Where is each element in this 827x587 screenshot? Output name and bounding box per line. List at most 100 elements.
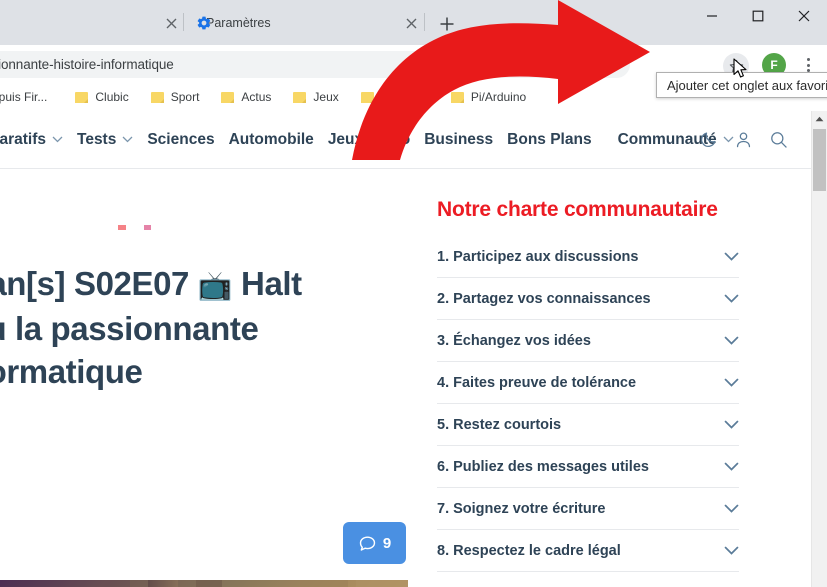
folder-icon <box>293 91 307 103</box>
folder-icon <box>360 91 374 103</box>
comments-button[interactable]: 9 <box>343 522 406 564</box>
nav-item-automobile[interactable]: Automobile <box>229 131 314 149</box>
community-charter-panel: Notre charte communautaire 1. Participez… <box>437 198 739 572</box>
chevron-down-icon <box>724 294 739 303</box>
chevron-down-icon <box>724 504 739 513</box>
folder-icon <box>450 91 464 103</box>
charter-item-5[interactable]: 5. Restez courtois <box>437 404 739 446</box>
charter-item-1[interactable]: 1. Participez aux discussions <box>437 236 739 278</box>
maximize-button[interactable] <box>735 0 781 32</box>
window-controls <box>689 0 827 45</box>
dot <box>806 58 810 61</box>
charter-item-3[interactable]: 3. Échangez vos idées <box>437 320 739 362</box>
chevron-down-icon <box>724 252 739 261</box>
close-icon <box>406 18 416 28</box>
article-headline: ecran[s] S02E07 📺 Halt e ou la passionna… <box>0 262 420 393</box>
charter-item-label: 3. Échangez vos idées <box>437 332 591 349</box>
charter-item-2[interactable]: 2. Partagez vos connaissances <box>437 278 739 320</box>
bookmark-item-0[interactable]: epuis Fir... <box>0 86 55 108</box>
bookmark-item-clubic[interactable]: Clubic <box>67 86 136 108</box>
chevron-down-icon <box>724 420 739 429</box>
tab-close-button-0[interactable] <box>160 12 182 34</box>
comment-count: 9 <box>382 534 392 552</box>
nav-label: Tests <box>77 130 117 148</box>
minimize-button[interactable] <box>689 0 735 32</box>
new-tab-button[interactable] <box>434 11 460 37</box>
speech-bubble-icon <box>359 535 376 551</box>
article-kicker <box>118 218 178 230</box>
scroll-up-button[interactable] <box>812 111 827 127</box>
tab-oris[interactable]: oris <box>0 4 184 41</box>
chevron-down-icon <box>724 336 739 345</box>
close-icon <box>166 18 176 28</box>
nav-item-jeux-video[interactable]: Jeux-Vidéo <box>328 131 410 149</box>
headline-part-2: e ou la passionnante <box>0 310 259 347</box>
bookmark-label: Clubic <box>95 90 129 104</box>
headline-part-1b: Halt <box>241 265 302 302</box>
gear-icon <box>196 15 212 31</box>
nav-icon-group <box>699 130 788 154</box>
page-scrollbar[interactable] <box>811 111 827 587</box>
chevron-down-icon <box>724 462 739 471</box>
tab-strip: oris Paramètres <box>0 0 827 45</box>
close-window-button[interactable] <box>781 0 827 32</box>
bookmark-label: Melodica <box>380 90 429 104</box>
nav-label: Business <box>424 130 494 148</box>
chevron-up-icon <box>815 116 824 122</box>
charter-title: Notre charte communautaire <box>437 198 718 221</box>
charter-item-label: 7. Soignez votre écriture <box>437 500 606 517</box>
charter-item-label: 4. Faites preuve de tolérance <box>437 374 637 391</box>
bookmark-item-jeux[interactable]: Jeux <box>285 86 346 108</box>
charter-item-label: 1. Participez aux discussions <box>437 248 639 265</box>
bookmark-label: epuis Fir... <box>0 90 48 104</box>
charter-item-6[interactable]: 6. Publiez des messages utiles <box>437 446 739 488</box>
nav-label: Automobile <box>228 130 314 148</box>
chevron-down-icon <box>122 136 133 143</box>
headline-part-1: ecran[s] S02E07 <box>0 265 189 302</box>
moon-icon[interactable] <box>699 130 718 154</box>
bookmark-label: Jeux <box>313 90 339 104</box>
url-text: ns/actualite-883954-veilleur-ecran-s02e0… <box>0 57 174 72</box>
nav-item-sciences[interactable]: Sciences <box>147 131 214 149</box>
charter-item-label: 6. Publiez des messages utiles <box>437 458 649 475</box>
page-content: ecran[s] S02E07 📺 Halt e ou la passionna… <box>0 168 812 587</box>
address-bar[interactable]: ns/actualite-883954-veilleur-ecran-s02e0… <box>0 51 630 78</box>
tab-close-button-1[interactable] <box>400 12 422 34</box>
page-viewport: paratifs Tests Sciences Automobile Jeux-… <box>0 111 827 587</box>
article-hero-image <box>0 580 408 587</box>
bookmark-item-sport[interactable]: Sport <box>143 86 208 108</box>
headline-part-3: 'informatique <box>0 353 143 390</box>
nav-item-bons-plans[interactable]: Bons Plans <box>507 131 591 149</box>
nav-label: Jeux-Vidéo <box>327 130 411 148</box>
search-icon[interactable] <box>769 130 788 154</box>
bookmark-item-melodica[interactable]: Melodica <box>353 86 437 108</box>
dot <box>806 63 810 67</box>
chevron-down-icon <box>724 546 739 555</box>
mouse-cursor <box>733 58 749 85</box>
charter-item-7[interactable]: 7. Soignez votre écriture <box>437 488 739 530</box>
tab-parametres[interactable]: Paramètres <box>184 4 436 41</box>
folder-icon <box>75 91 89 103</box>
nav-label: paratifs <box>0 130 46 148</box>
chevron-down-icon <box>724 378 739 387</box>
folder-icon <box>221 91 235 103</box>
bookmark-label: Sport <box>170 90 200 104</box>
nav-item-business[interactable]: Business <box>424 131 493 149</box>
tv-icon: 📺 <box>197 270 233 301</box>
nav-item-tests[interactable]: Tests <box>77 131 133 149</box>
tab-title: Paramètres <box>206 15 271 30</box>
folder-icon <box>150 91 164 103</box>
nav-item-comparatifs[interactable]: paratifs <box>0 131 63 149</box>
site-navigation: paratifs Tests Sciences Automobile Jeux-… <box>0 111 812 169</box>
charter-item-label: 5. Restez courtois <box>437 416 562 433</box>
scrollbar-thumb[interactable] <box>813 129 826 191</box>
charter-item-4[interactable]: 4. Faites preuve de tolérance <box>437 362 739 404</box>
maximize-icon <box>752 10 764 22</box>
charter-item-8[interactable]: 8. Respectez le cadre légal <box>437 530 739 572</box>
nav-label: Bons Plans <box>507 130 592 148</box>
bookmark-item-pi-arduino[interactable]: Pi/Arduino <box>443 86 534 108</box>
minimize-icon <box>707 15 717 17</box>
bookmark-item-actus[interactable]: Actus <box>213 86 279 108</box>
user-icon[interactable] <box>734 130 753 154</box>
charter-item-label: 8. Respectez le cadre légal <box>437 542 621 559</box>
